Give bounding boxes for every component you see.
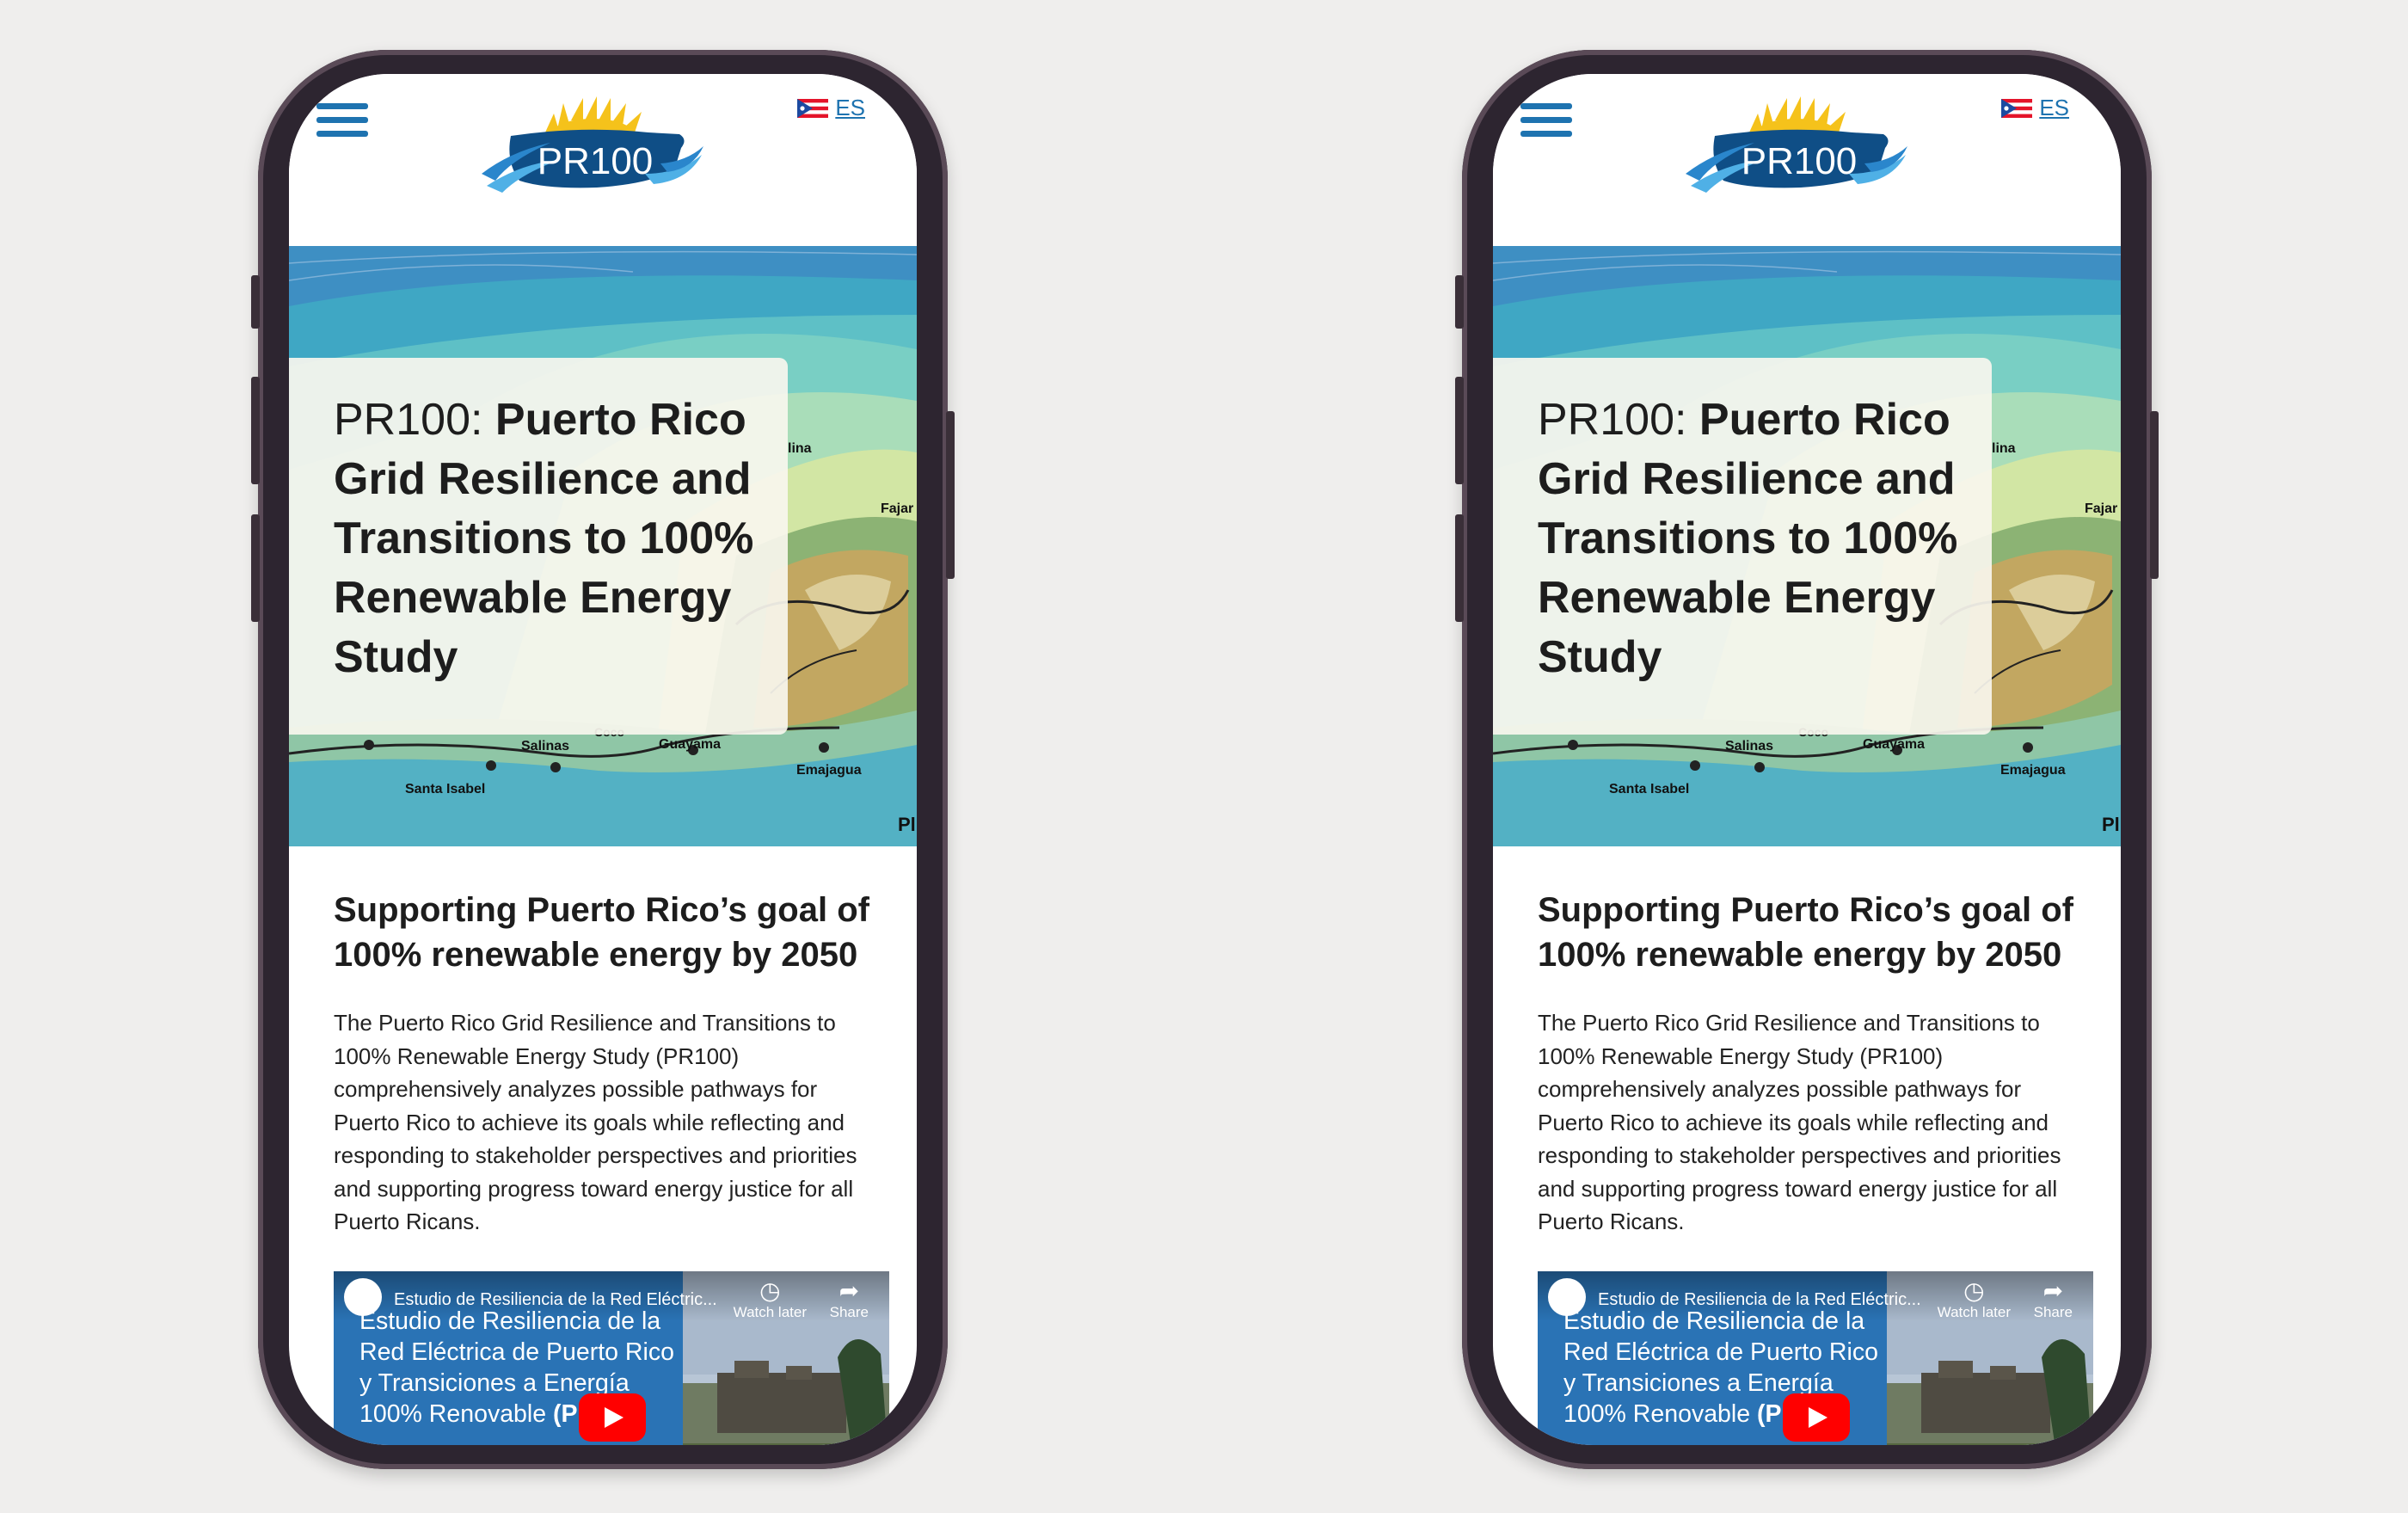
page-title: PR100: Puerto Rico Grid Resilience and T…	[334, 391, 781, 687]
map-label-santa-isabel: Santa Isabel	[1609, 782, 1689, 796]
language-link-es[interactable]: ES	[835, 95, 865, 121]
share-button[interactable]: ➦ Share	[2034, 1278, 2073, 1321]
hamburger-menu-icon[interactable]	[1520, 103, 1572, 141]
share-button[interactable]: ➦ Share	[830, 1278, 869, 1321]
volume-up-button	[1455, 377, 1464, 484]
volume-down-button	[251, 514, 260, 622]
map-label-guayama: Guayama	[1863, 737, 1925, 752]
share-icon: ➦	[838, 1277, 860, 1304]
hamburger-menu-icon[interactable]	[316, 103, 368, 141]
intro-subheading: Supporting Puerto Rico’s goal of 100% re…	[1538, 891, 2073, 974]
map-label-emajagua: Emajagua	[796, 763, 862, 778]
map-label-emajagua: Emajagua	[2000, 763, 2066, 778]
share-icon: ➦	[2042, 1277, 2064, 1304]
intro-paragraph: The Puerto Rico Grid Resilience and Tran…	[334, 1010, 857, 1234]
map-label-fajardo: Fajar	[2085, 501, 2117, 516]
mute-switch	[251, 275, 260, 329]
play-icon[interactable]	[579, 1393, 646, 1442]
phone-mockup-left: PR100 ES Salinas Guayama Santa Isabel Em…	[251, 50, 955, 1469]
page-title: PR100: Puerto Rico Grid Resilience and T…	[1538, 391, 1985, 687]
page-title-prefix: PR100:	[1538, 395, 1699, 445]
phone-screen: PR100 ES Salinas Guayama Santa Isabel Em…	[1493, 74, 2121, 1445]
pr100-logo[interactable]: PR100	[476, 91, 709, 201]
map-label-santa-isabel: Santa Isabel	[405, 782, 485, 796]
page-title-prefix: PR100:	[334, 395, 495, 445]
power-button	[946, 411, 955, 579]
puerto-rico-flag-icon	[797, 98, 829, 118]
map-label-salinas: Salinas	[521, 739, 569, 753]
map-label-fajardo: Fajar	[881, 501, 913, 516]
watch-later-label: Watch later	[1937, 1304, 2011, 1320]
hero-banner: Salinas Guayama Santa Isabel Emajagua Fa…	[289, 246, 917, 846]
mute-switch	[1455, 275, 1464, 329]
intro-section: Supporting Puerto Rico’s goal of 100% re…	[1538, 888, 2086, 1239]
intro-section: Supporting Puerto Rico’s goal of 100% re…	[334, 888, 882, 1239]
language-link-es[interactable]: ES	[2039, 95, 2069, 121]
intro-paragraph: The Puerto Rico Grid Resilience and Tran…	[1538, 1010, 2061, 1234]
logo-text: PR100	[1742, 140, 1858, 182]
site-header: PR100 ES	[289, 74, 917, 246]
watch-later-label: Watch later	[733, 1304, 807, 1320]
volume-down-button	[1455, 514, 1464, 622]
map-label-carolina: lina	[1992, 441, 2016, 456]
intro-subheading: Supporting Puerto Rico’s goal of 100% re…	[334, 891, 869, 974]
hero-title-card: PR100: Puerto Rico Grid Resilience and T…	[1493, 358, 1992, 735]
language-switcher[interactable]: ES	[797, 95, 865, 121]
watch-later-button[interactable]: ◷ Watch later	[1938, 1278, 2011, 1321]
map-label-pl: Pl	[898, 814, 916, 835]
hero-title-card: PR100: Puerto Rico Grid Resilience and T…	[289, 358, 788, 735]
clock-icon: ◷	[1963, 1277, 1985, 1304]
site-header: PR100 ES	[1493, 74, 2121, 246]
language-switcher[interactable]: ES	[2001, 95, 2069, 121]
watch-later-button[interactable]: ◷ Watch later	[734, 1278, 807, 1321]
youtube-video-embed[interactable]: Estudio de Resiliencia de la Red Eléctri…	[1538, 1271, 2093, 1445]
logo-text: PR100	[538, 140, 654, 182]
pr100-logo[interactable]: PR100	[1680, 91, 1913, 201]
hero-banner: Salinas Guayama Santa Isabel Emajagua Fa…	[1493, 246, 2121, 846]
clock-icon: ◷	[759, 1277, 781, 1304]
phone-mockup-right: PR100 ES Salinas Guayama Santa Isabel Em…	[1455, 50, 2159, 1469]
youtube-video-embed[interactable]: Estudio de Resiliencia de la Red Eléctri…	[334, 1271, 889, 1445]
puerto-rico-flag-icon	[2001, 98, 2033, 118]
map-label-guayama: Guayama	[659, 737, 721, 752]
map-label-carolina: lina	[788, 441, 812, 456]
map-label-pl: Pl	[2102, 814, 2120, 835]
volume-up-button	[251, 377, 260, 484]
power-button	[2150, 411, 2159, 579]
share-label: Share	[2033, 1304, 2073, 1320]
play-icon[interactable]	[1783, 1393, 1850, 1442]
phone-screen: PR100 ES Salinas Guayama Santa Isabel Em…	[289, 74, 917, 1445]
map-label-salinas: Salinas	[1725, 739, 1773, 753]
share-label: Share	[829, 1304, 869, 1320]
